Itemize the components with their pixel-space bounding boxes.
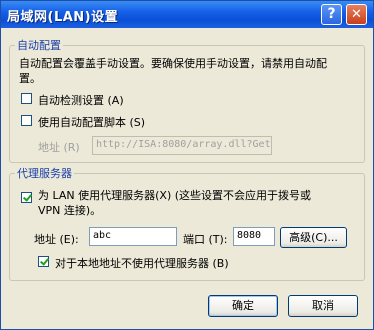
auto-detect-checkbox[interactable] (21, 93, 32, 104)
use-script-checkbox[interactable] (21, 115, 32, 126)
close-button[interactable]: ✕ (346, 4, 367, 25)
bypass-local-label[interactable]: 对于本地地址不使用代理服务器 (B) (55, 255, 229, 271)
script-address-input[interactable]: http://ISA:8080/array.dll?Get. (92, 136, 272, 155)
lan-settings-dialog: 局域网(LAN)设置 ? ✕ 自动配置 自动配置会覆盖手动设置。要确保使用手动设… (0, 0, 374, 330)
auto-config-description-line2: 置。 (19, 72, 41, 85)
proxy-port-input[interactable]: 8080 (233, 227, 275, 246)
script-address-label: 地址 (R) (38, 141, 80, 154)
use-proxy-label-line1[interactable]: 为 LAN 使用代理服务器(X) (这些设置不会应用于拨号或 (38, 187, 311, 203)
proxy-port-label: 端口 (T): (183, 233, 228, 246)
auto-detect-label[interactable]: 自动检测设置 (A) (38, 92, 124, 108)
help-icon: ? (327, 6, 336, 22)
proxy-group-title: 代理服务器 (15, 165, 74, 181)
use-proxy-label-line2[interactable]: VPN 连接)。 (38, 202, 101, 218)
cancel-button[interactable]: 取消 (288, 295, 358, 317)
auto-config-group-title: 自动配置 (15, 37, 63, 53)
close-icon: ✕ (351, 7, 362, 22)
bypass-local-checkbox[interactable] (38, 256, 49, 267)
auto-config-description-line1: 自动配置会覆盖手动设置。要确保使用手动设置，请禁用自动配 (19, 57, 327, 70)
ok-button[interactable]: 确定 (208, 295, 278, 317)
use-script-label[interactable]: 使用自动配置脚本 (S) (38, 114, 145, 130)
window-title: 局域网(LAN)设置 (7, 10, 119, 25)
advanced-button[interactable]: 高级(C)... (280, 227, 347, 248)
help-button[interactable]: ? (321, 4, 342, 25)
proxy-address-input[interactable]: abc (89, 227, 177, 246)
title-bar[interactable]: 局域网(LAN)设置 ? ✕ (1, 1, 373, 28)
proxy-address-label: 地址 (E): (34, 233, 79, 246)
use-proxy-checkbox[interactable] (21, 192, 32, 203)
